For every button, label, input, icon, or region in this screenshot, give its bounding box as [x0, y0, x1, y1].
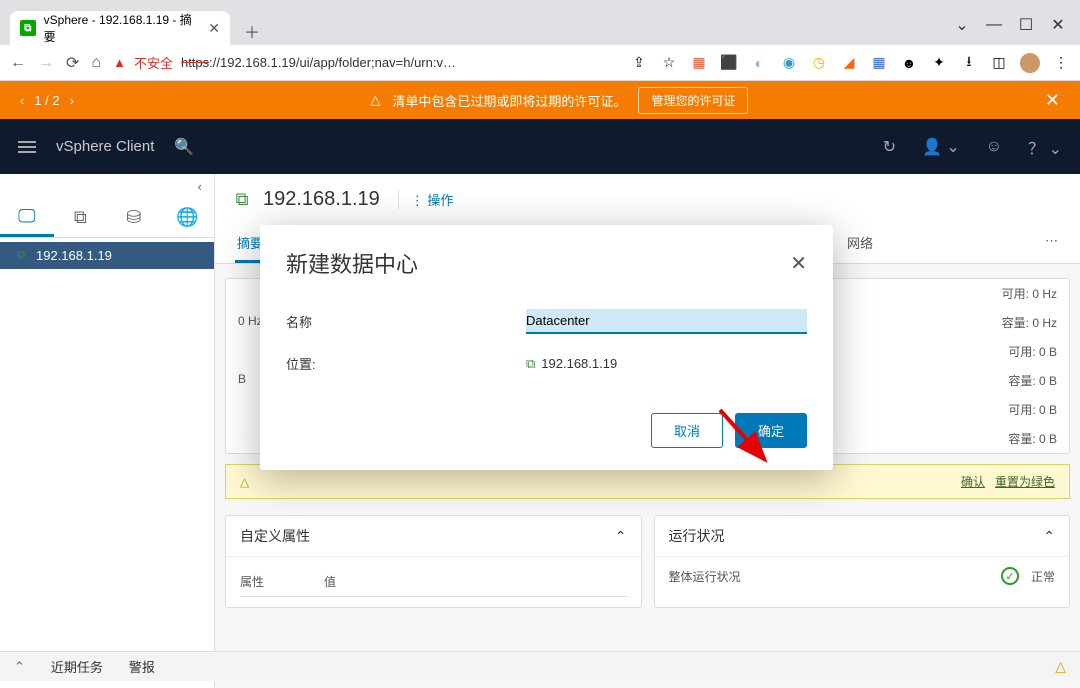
- alert-ack-link[interactable]: 确认: [961, 473, 985, 490]
- panel-collapse-icon[interactable]: ⌃: [1043, 528, 1055, 545]
- warn-prev-icon[interactable]: ‹: [20, 93, 24, 108]
- ok-button[interactable]: 确定: [735, 413, 807, 448]
- inv-storage-tab[interactable]: ⛁: [107, 198, 161, 237]
- window-minimize-icon[interactable]: —: [980, 11, 1008, 39]
- ext7-icon[interactable]: ▦: [870, 54, 888, 72]
- footer-warning-icon: △: [1055, 658, 1066, 675]
- nav-home-icon[interactable]: ⌂: [91, 54, 101, 72]
- alarms-link[interactable]: 警报: [129, 657, 155, 676]
- share-icon[interactable]: ⇪: [630, 54, 648, 72]
- star-icon[interactable]: ☆: [660, 54, 678, 72]
- warning-message: 清单中包含已过期或即将过期的许可证。: [392, 91, 626, 110]
- inv-vms-tab[interactable]: ⧉: [54, 198, 108, 237]
- smile-icon[interactable]: ☺: [986, 138, 1002, 156]
- inv-network-tab[interactable]: 🌐: [161, 198, 215, 237]
- custom-attrs-panel: 自定义属性⌃ 属性值: [225, 515, 642, 608]
- vsphere-favicon-icon: ⧉: [20, 20, 36, 36]
- tab-title: vSphere - 192.168.1.19 - 摘要: [44, 11, 201, 45]
- help-icon[interactable]: ？ ⌄: [1028, 135, 1062, 159]
- dialog-title: 新建数据中心: [286, 247, 418, 279]
- window-maximize-icon[interactable]: ☐: [1012, 11, 1040, 39]
- new-tab-button[interactable]: ＋: [238, 17, 266, 45]
- tab-close-icon[interactable]: ✕: [208, 20, 220, 37]
- location-label: 位置:: [286, 354, 526, 373]
- license-warning-bar: ‹ 1 / 2 › △ 清单中包含已过期或即将过期的许可证。 管理您的许可证 ✕: [0, 81, 1080, 119]
- new-datacenter-dialog: 新建数据中心 ✕ 名称 位置: ⧉ 192.168.1.19 取消 确定: [260, 225, 833, 470]
- sidepanel-icon[interactable]: ◫: [990, 54, 1008, 72]
- warn-counter: 1 / 2: [34, 93, 59, 108]
- menu-burger-icon[interactable]: [18, 141, 36, 153]
- health-status: 正常: [1031, 568, 1055, 585]
- health-label: 整体运行状况: [669, 568, 741, 585]
- vcenter-icon: ⧉: [14, 249, 28, 263]
- chevron-down-icon[interactable]: ⌄: [948, 11, 976, 39]
- ext5-icon[interactable]: ◷: [810, 54, 828, 72]
- ext8-icon[interactable]: ☻: [900, 54, 918, 72]
- url-text: https://192.168.1.19/ui/app/folder;nav=h…: [181, 55, 456, 70]
- panel-collapse-icon[interactable]: ⌃: [615, 528, 627, 545]
- warning-triangle-icon: △: [370, 92, 380, 108]
- page-title: 192.168.1.19: [263, 188, 380, 211]
- tab-more-icon[interactable]: ⋯: [1043, 225, 1060, 263]
- vcenter-icon: ⧉: [235, 193, 249, 207]
- health-panel: 运行状况⌃ 整体运行状况 ✓ 正常: [654, 515, 1071, 608]
- menu-dots-icon[interactable]: ⋮: [1052, 54, 1070, 72]
- name-label: 名称: [286, 312, 526, 331]
- cancel-button[interactable]: 取消: [651, 413, 723, 448]
- ok-check-icon: ✓: [1001, 567, 1019, 585]
- manage-license-button[interactable]: 管理您的许可证: [638, 87, 748, 114]
- nav-forward-icon[interactable]: →: [38, 54, 54, 72]
- download-icon[interactable]: ⭳: [960, 54, 978, 72]
- alert-triangle-icon: △: [240, 475, 249, 489]
- puzzle-icon[interactable]: ✦: [930, 54, 948, 72]
- inv-hosts-tab[interactable]: 🖵: [0, 198, 54, 237]
- insecure-label: 不安全: [134, 53, 173, 72]
- insecure-warning-icon: ▲: [113, 55, 126, 70]
- tree-item-label: 192.168.1.19: [36, 248, 112, 263]
- browser-tab[interactable]: ⧉ vSphere - 192.168.1.19 - 摘要 ✕: [10, 11, 230, 45]
- address-bar[interactable]: ▲ 不安全 https://192.168.1.19/ui/app/folder…: [113, 53, 513, 72]
- ext6-icon[interactable]: ◢: [840, 54, 858, 72]
- window-close-icon[interactable]: ✕: [1044, 11, 1072, 39]
- datacenter-name-input[interactable]: [526, 309, 807, 334]
- location-value: 192.168.1.19: [541, 356, 617, 371]
- ext4-icon[interactable]: ◉: [780, 54, 798, 72]
- nav-back-icon[interactable]: ←: [10, 54, 26, 72]
- vcenter-icon: ⧉: [526, 356, 535, 372]
- warning-close-icon[interactable]: ✕: [1045, 90, 1060, 111]
- search-icon[interactable]: 🔍: [174, 137, 194, 157]
- dialog-close-icon[interactable]: ✕: [790, 251, 807, 276]
- recent-tasks-link[interactable]: 近期任务: [51, 657, 103, 676]
- app-name: vSphere Client: [56, 138, 154, 155]
- alert-reset-link[interactable]: 重置为绿色: [995, 473, 1055, 490]
- ext1-icon[interactable]: ▦: [690, 54, 708, 72]
- user-menu-icon[interactable]: 👤 ⌄: [922, 137, 960, 157]
- ext3-icon[interactable]: ◐: [750, 54, 768, 72]
- actions-menu[interactable]: ⋮ 操作: [398, 190, 454, 209]
- tree-vcenter-item[interactable]: ⧉ 192.168.1.19: [0, 242, 214, 269]
- refresh-icon[interactable]: ↻: [883, 137, 896, 157]
- tab-network[interactable]: 网络: [845, 225, 875, 263]
- footer-expand-icon[interactable]: ⌃: [14, 659, 25, 675]
- nav-reload-icon[interactable]: ⟳: [66, 53, 79, 73]
- sidebar-collapse-icon[interactable]: ‹: [0, 174, 214, 198]
- ext2-icon[interactable]: ⬛: [720, 54, 738, 72]
- profile-avatar-icon[interactable]: [1020, 53, 1040, 73]
